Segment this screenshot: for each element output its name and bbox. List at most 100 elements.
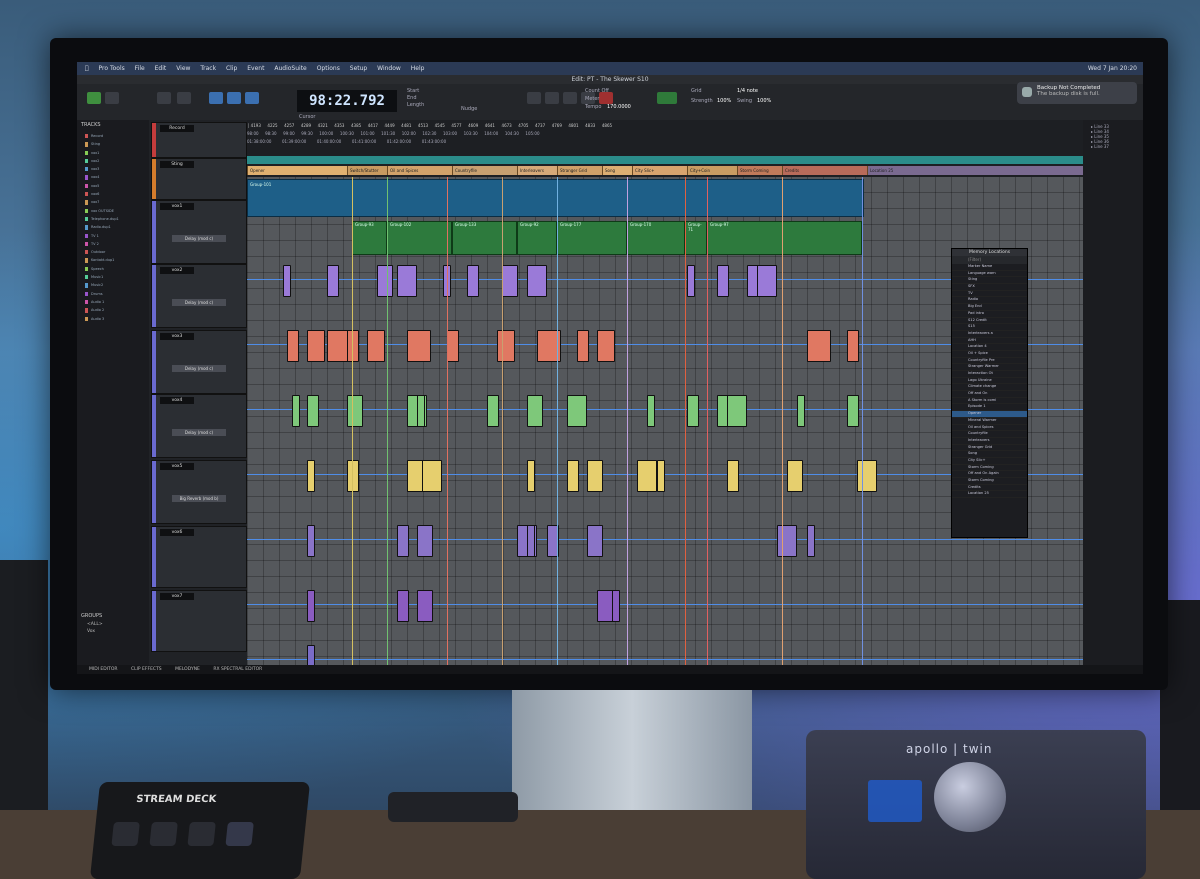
group-item-vox[interactable]: Vox (87, 629, 95, 634)
track-list-item[interactable]: vox OUTSIDE (85, 208, 149, 213)
trim-tool-button[interactable] (177, 92, 191, 104)
record-track-lane[interactable]: Group-101 (247, 179, 864, 217)
audio-clip[interactable] (727, 395, 747, 427)
audio-clip[interactable] (497, 330, 515, 362)
tab-midi-editor[interactable]: MIDI EDITOR (89, 667, 118, 672)
selector-tool-button[interactable] (245, 92, 259, 104)
menu-window[interactable]: Window (377, 65, 401, 72)
track-strip-vox5[interactable]: vox5 Big Reverb (mod b) (151, 460, 247, 524)
volume-automation-line[interactable] (247, 539, 1083, 540)
sting-group-clip[interactable]: Group-97 (707, 221, 862, 255)
track-strip-vox4[interactable]: vox4 Delay (mod c) (151, 394, 247, 458)
audio-clip[interactable] (327, 265, 339, 297)
audio-clip[interactable] (527, 265, 547, 297)
memory-location-row[interactable]: Off and On (952, 391, 1027, 398)
fast-forward-button[interactable] (545, 92, 559, 104)
marker-0[interactable]: Opener (247, 166, 348, 175)
audio-clip[interactable] (527, 460, 535, 492)
marker-4[interactable]: Interleavers (517, 166, 558, 175)
grid-value[interactable]: 1/4 note (737, 88, 758, 94)
track-list-item[interactable]: Outdoor (85, 250, 149, 255)
memory-location-row[interactable]: Oil + Spice (952, 351, 1027, 358)
menu-track[interactable]: Track (200, 65, 216, 72)
menu-options[interactable]: Options (317, 65, 340, 72)
audio-clip[interactable] (527, 525, 535, 557)
track-list-item[interactable]: Drums (85, 291, 149, 296)
tab-melodyne[interactable]: MELODYNE (175, 667, 200, 672)
volume-automation-line[interactable] (247, 659, 1083, 660)
audio-clip[interactable] (567, 460, 579, 492)
markers-ruler[interactable]: Opener Switch/Stutter Oil and Spices Countr… (247, 166, 1084, 175)
track-list-item[interactable]: Music2 (85, 283, 149, 288)
track-list-item[interactable]: Audio 2 (85, 308, 149, 313)
memory-location-row[interactable]: TV (952, 291, 1027, 298)
audio-clip[interactable] (777, 525, 797, 557)
audio-clip[interactable] (587, 525, 603, 557)
track-list-item[interactable]: TV 2 (85, 241, 149, 247)
memory-location-row[interactable]: Marker Name (952, 264, 1027, 271)
audio-clip[interactable] (283, 265, 291, 297)
sting-group-clip[interactable]: Group-92 (517, 221, 557, 255)
main-counter[interactable]: 98:22.792 (297, 90, 397, 112)
memory-location-row[interactable]: Song (952, 451, 1027, 458)
track-list-item[interactable]: Radio.dup1 (85, 225, 149, 230)
track-list-item[interactable]: vox5 (85, 183, 149, 189)
track-name[interactable]: vox5 (160, 463, 194, 470)
marker-10[interactable]: Credits (782, 166, 868, 175)
marker-6[interactable]: Song (602, 166, 633, 175)
audio-clip[interactable] (377, 265, 393, 297)
marker-3[interactable]: Countryfile (452, 166, 518, 175)
send-slot[interactable]: Big Reverb (mod b) (172, 495, 226, 502)
memory-location-row[interactable]: AHH (952, 338, 1027, 345)
swing-value[interactable]: 100% (757, 98, 771, 104)
menu-file[interactable]: File (135, 65, 145, 72)
app-menu[interactable]: Pro Tools (99, 65, 125, 72)
audio-clip[interactable] (407, 330, 431, 362)
track-strip-Record[interactable]: Record (151, 122, 247, 158)
marker-7[interactable]: City Slic+ (632, 166, 688, 175)
track-strip-Sting[interactable]: Sting (151, 158, 247, 200)
memory-location-row[interactable]: S12 Credit (952, 318, 1027, 325)
track-name[interactable]: vox4 (160, 397, 194, 404)
memory-location-row[interactable]: Big End (952, 304, 1027, 311)
sting-group-clip[interactable]: Group-93 (352, 221, 387, 255)
memory-filter-input[interactable]: (Filter) (952, 256, 1027, 264)
sting-group-clip[interactable]: Group-102 (387, 221, 452, 255)
track-strip-vox1[interactable]: vox1 Delay (mod c) (151, 200, 247, 264)
menubar-clock[interactable]: Wed 7 Jan 20:20 (1088, 62, 1137, 75)
track-list-item[interactable]: vox6 (85, 192, 149, 197)
audio-clip[interactable] (307, 395, 319, 427)
memory-location-row[interactable]: Location 25 (952, 491, 1027, 499)
audio-clip[interactable] (857, 460, 877, 492)
audio-clip[interactable] (757, 265, 777, 297)
backup-notification[interactable]: Backup Not Completed The backup disk is … (1017, 82, 1137, 104)
track-list-item[interactable]: vox4 (85, 175, 149, 180)
track-list-item[interactable]: TV 1 (85, 233, 149, 238)
ruler-timecode[interactable]: 01:38:00:00 01:39:00:00 01:40:00:00 01:4… (247, 138, 1083, 146)
memory-location-row[interactable]: Interaction Ot (952, 371, 1027, 378)
menu-audiosuite[interactable]: AudioSuite (274, 65, 306, 72)
audio-clip[interactable] (487, 395, 499, 427)
audio-clip[interactable] (687, 395, 699, 427)
track-list-item[interactable]: vox7 (85, 200, 149, 205)
track-list-item[interactable]: vox2 (85, 158, 149, 164)
sting-group-clip[interactable]: Group-177 (557, 221, 627, 255)
stop-button[interactable] (563, 92, 577, 104)
memory-location-row[interactable]: Lago Ukraine (952, 378, 1027, 385)
audio-clip[interactable] (417, 525, 433, 557)
track-name[interactable]: vox7 (160, 593, 194, 600)
audio-clip[interactable] (847, 330, 859, 362)
memory-location-row[interactable]: Off and On Again (952, 471, 1027, 478)
memory-location-row[interactable]: Storm Coming (952, 478, 1027, 485)
strength-value[interactable]: 100% (717, 98, 731, 104)
tempo-ruler[interactable] (247, 156, 1083, 164)
audio-clip[interactable] (717, 265, 729, 297)
track-name[interactable]: vox6 (160, 529, 194, 536)
audio-clip[interactable] (847, 395, 859, 427)
memory-location-row[interactable]: Stranger Grid (952, 445, 1027, 452)
audio-clip[interactable] (687, 265, 695, 297)
memory-location-row[interactable]: Pad intro (952, 311, 1027, 318)
menu-clip[interactable]: Clip (226, 65, 237, 72)
track-list-item[interactable]: Music1 (85, 275, 149, 280)
track-list-item[interactable]: Telephone.dup1 (85, 216, 149, 222)
